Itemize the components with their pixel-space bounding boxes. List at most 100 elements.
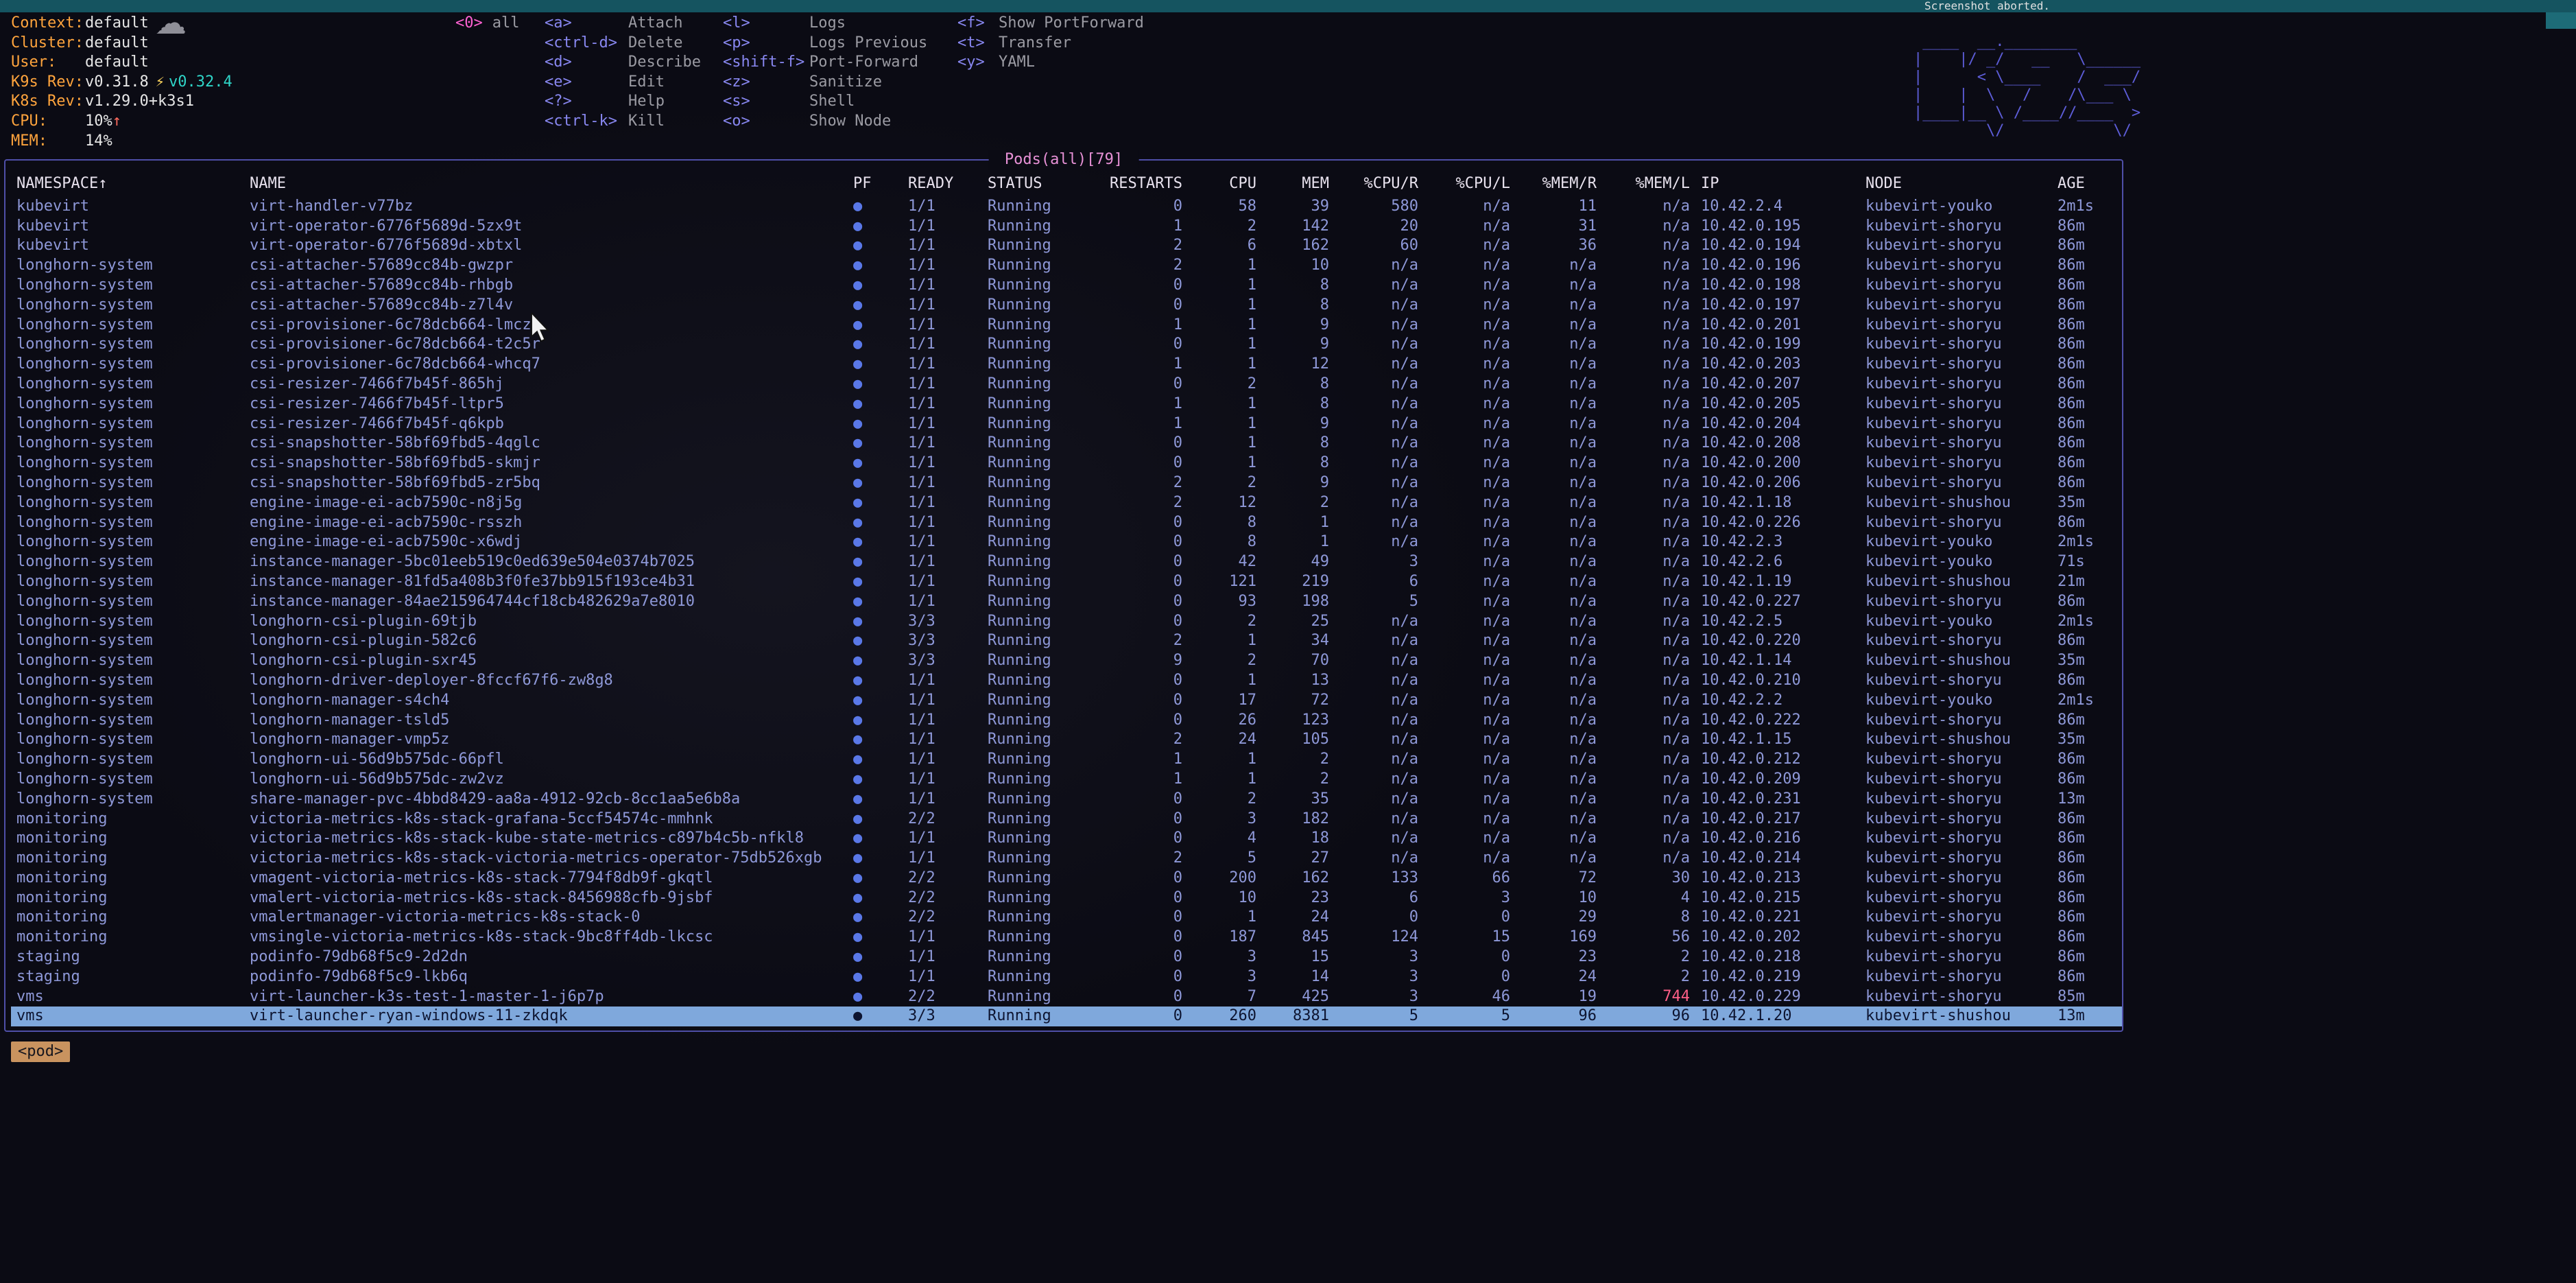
table-row[interactable]: longhorn-systeminstance-manager-84ae2159… [11,592,2122,612]
table-row[interactable]: longhorn-systemlonghorn-manager-s4ch4●1/… [11,691,2122,711]
cell-namespace: staging [16,967,250,987]
table-row-selected[interactable]: vmsvirt-launcher-ryan-windows-11-zkdqk●3… [11,1007,2122,1026]
table-row[interactable]: longhorn-systemlonghorn-csi-plugin-sxr45… [11,651,2122,671]
table-row[interactable]: longhorn-systemlonghorn-csi-plugin-582c6… [11,631,2122,651]
table-row[interactable]: longhorn-systemcsi-provisioner-6c78dcb66… [11,355,2122,375]
table-row[interactable]: longhorn-systemcsi-attacher-57689cc84b-z… [11,296,2122,316]
cell-cpur: n/a [1329,730,1418,750]
table-row[interactable]: stagingpodinfo-79db68f5c9-2d2dn●1/1Runni… [11,947,2122,967]
menu-label: Port-Forward [809,54,918,71]
cell-status: Running [988,513,1090,533]
cell-namespace: longhorn-system [16,592,250,612]
breadcrumb-pod[interactable]: <pod> [11,1041,70,1062]
cell-node: kubevirt-shushou [1865,572,2058,592]
table-row[interactable]: monitoringvmagent-victoria-metrics-k8s-s… [11,869,2122,888]
info-cluster: Cluster:default [11,34,232,54]
cell-namespace: monitoring [16,849,250,869]
menu-key: <s> [723,92,809,112]
cell-node: kubevirt-youko [1865,197,2058,217]
cell-cpu: 1 [1182,256,1256,276]
cloud-icon: ☁ [155,7,187,38]
cell-restarts: 0 [1090,532,1182,552]
table-row[interactable]: longhorn-systemcsi-snapshotter-58bf69fbd… [11,473,2122,493]
table-row[interactable]: longhorn-systeminstance-manager-81fd5a40… [11,572,2122,592]
table-row[interactable]: longhorn-systemengine-image-ei-acb7590c-… [11,513,2122,533]
table-row[interactable]: longhorn-systemlonghorn-manager-vmp5z●1/… [11,730,2122,750]
cell-meml: n/a [1597,849,1690,869]
port-forward-dot-icon: ● [853,355,908,375]
table-row[interactable]: longhorn-systemcsi-resizer-7466f7b45f-86… [11,375,2122,395]
cell-meml: 4 [1597,888,1690,908]
cell-age: 86m [2058,671,2126,691]
info-k8s-rev: K8s Rev:v1.29.0+k3s1 [11,92,232,112]
cell-namespace: longhorn-system [16,612,250,632]
cell-cpur: n/a [1329,532,1418,552]
cell-memr: n/a [1510,572,1597,592]
table-row[interactable]: longhorn-systemshare-manager-pvc-4bbd842… [11,790,2122,810]
table-row[interactable]: vmsvirt-launcher-k3s-test-1-master-1-j6p… [11,987,2122,1007]
cell-cpul: 5 [1418,1007,1510,1026]
column-header-name: NAME [250,174,853,194]
table-row[interactable]: longhorn-systemcsi-attacher-57689cc84b-r… [11,276,2122,296]
table-row[interactable]: longhorn-systemlonghorn-csi-plugin-69tjb… [11,612,2122,632]
table-row[interactable]: longhorn-systemlonghorn-driver-deployer-… [11,671,2122,691]
port-forward-dot-icon: ● [853,888,908,908]
table-row[interactable]: longhorn-systeminstance-manager-5bc01eeb… [11,552,2122,572]
table-row[interactable]: longhorn-systemengine-image-ei-acb7590c-… [11,532,2122,552]
table-row[interactable]: kubevirtvirt-operator-6776f5689d-xbtxl●1… [11,236,2122,256]
cell-name: csi-attacher-57689cc84b-gwzpr [250,256,853,276]
cell-namespace: longhorn-system [16,335,250,355]
cell-ip: 10.42.0.196 [1690,256,1865,276]
table-row[interactable]: monitoringvmalertmanager-victoria-metric… [11,908,2122,928]
cell-ip: 10.42.0.215 [1690,888,1865,908]
table-row[interactable]: longhorn-systemlonghorn-ui-56d9b575dc-zw… [11,770,2122,790]
table-row[interactable]: monitoringvmsingle-victoria-metrics-k8s-… [11,928,2122,947]
cell-memr: 36 [1510,236,1597,256]
table-row[interactable]: longhorn-systemcsi-attacher-57689cc84b-g… [11,256,2122,276]
table-row[interactable]: kubevirtvirt-operator-6776f5689d-5zx9t●1… [11,217,2122,237]
cpu-up-arrow-icon: ↑ [112,113,121,130]
cell-restarts: 2 [1090,473,1182,493]
cell-memr: n/a [1510,691,1597,711]
cell-node: kubevirt-shoryu [1865,908,2058,928]
table-row[interactable]: longhorn-systemlonghorn-manager-tsld5●1/… [11,711,2122,731]
info-value: default [85,34,149,51]
cell-cpu: 3 [1182,967,1256,987]
cell-restarts: 1 [1090,217,1182,237]
cell-ip: 10.42.0.229 [1690,987,1865,1007]
cell-status: Running [988,730,1090,750]
menu-item: <a>Attach [545,14,701,34]
table-row[interactable]: longhorn-systemlonghorn-ui-56d9b575dc-66… [11,750,2122,770]
table-row[interactable]: longhorn-systemcsi-provisioner-6c78dcb66… [11,316,2122,336]
table-row[interactable]: monitoringvictoria-metrics-k8s-stack-gra… [11,810,2122,829]
cell-restarts: 0 [1090,810,1182,829]
table-row[interactable]: longhorn-systemcsi-snapshotter-58bf69fbd… [11,454,2122,473]
cell-status: Running [988,612,1090,632]
table-row[interactable]: stagingpodinfo-79db68f5c9-lkb6q●1/1Runni… [11,967,2122,987]
table-row[interactable]: longhorn-systemcsi-provisioner-6c78dcb66… [11,335,2122,355]
cell-restarts: 9 [1090,651,1182,671]
cell-mem: 18 [1256,829,1329,849]
cell-status: Running [988,197,1090,217]
info-label: User: [11,53,85,73]
table-row[interactable]: longhorn-systemcsi-resizer-7466f7b45f-lt… [11,395,2122,414]
port-forward-dot-icon: ● [853,691,908,711]
table-row[interactable]: monitoringvmalert-victoria-metrics-k8s-s… [11,888,2122,908]
cell-restarts: 0 [1090,947,1182,967]
column-header-ready: READY [908,174,988,194]
table-row[interactable]: monitoringvictoria-metrics-k8s-stack-vic… [11,849,2122,869]
table-row[interactable]: longhorn-systemengine-image-ei-acb7590c-… [11,493,2122,513]
table-row[interactable]: kubevirtvirt-handler-v77bz●1/1Running058… [11,197,2122,217]
cell-ready: 2/2 [908,987,988,1007]
port-forward-dot-icon: ● [853,395,908,414]
table-row[interactable]: longhorn-systemcsi-snapshotter-58bf69fbd… [11,434,2122,454]
table-row[interactable]: monitoringvictoria-metrics-k8s-stack-kub… [11,829,2122,849]
cell-node: kubevirt-shoryu [1865,888,2058,908]
cell-restarts: 0 [1090,513,1182,533]
cell-cpu: 260 [1182,1007,1256,1026]
cell-mem: 49 [1256,552,1329,572]
cell-cpur: n/a [1329,414,1418,434]
cell-memr: n/a [1510,651,1597,671]
cell-node: kubevirt-shoryu [1865,671,2058,691]
table-row[interactable]: longhorn-systemcsi-resizer-7466f7b45f-q6… [11,414,2122,434]
